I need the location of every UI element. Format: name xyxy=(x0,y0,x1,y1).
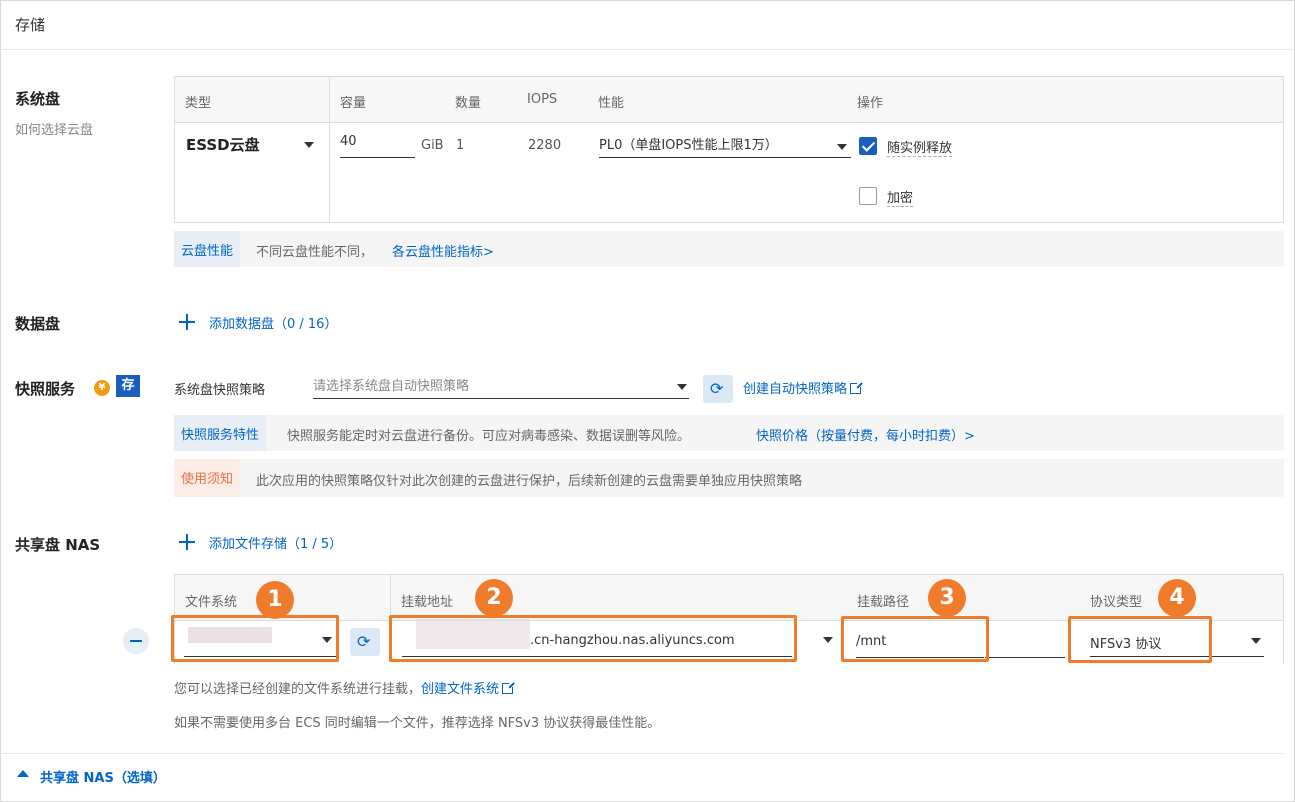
external-link-icon xyxy=(502,681,516,694)
disk-count: 1 xyxy=(456,138,465,153)
callout-badge-1: 1 xyxy=(256,581,294,619)
performance-value: PL0（单盘IOPS性能上限1万） xyxy=(599,138,778,153)
snapshot-feature-text: 快照服务能定时对云盘进行备份。可应对病毒感染、数据误删等风险。 xyxy=(287,429,691,444)
refresh-icon: ⟳ xyxy=(357,632,371,651)
chevron-down-icon[interactable] xyxy=(677,384,687,390)
col-file-system: 文件系统 xyxy=(185,595,238,610)
snapshot-title: 快照服务 xyxy=(15,380,76,398)
snapshot-policy-label: 系统盘快照策略 xyxy=(174,383,266,398)
refresh-icon: ⟳ xyxy=(710,379,724,398)
plus-icon[interactable] xyxy=(177,312,197,332)
data-disk-title: 数据盘 xyxy=(15,315,61,333)
refresh-file-system-button[interactable]: ⟳ xyxy=(350,628,380,656)
snapshot-notice-tag: 使用须知 xyxy=(174,459,241,497)
chevron-down-icon[interactable] xyxy=(823,637,833,643)
col-capacity: 容量 xyxy=(340,96,367,111)
highlight-box-3 xyxy=(841,616,989,662)
chevron-down-icon[interactable] xyxy=(304,142,314,148)
col-type: 类型 xyxy=(185,96,212,111)
create-file-system-label: 创建文件系统 xyxy=(421,682,500,697)
col-actions: 操作 xyxy=(857,96,884,111)
nas-hint-text: 您可以选择已经创建的文件系统进行挂载， xyxy=(174,682,422,697)
nas-collapse-toggle[interactable]: 共享盘 NAS（选填） xyxy=(40,767,166,786)
system-disk-help-link[interactable]: 如何选择云盘 xyxy=(15,119,93,138)
mount-path-underline xyxy=(985,657,1065,658)
highlight-box-4 xyxy=(1068,616,1212,663)
panel-title: 存储 xyxy=(15,16,46,34)
plus-icon[interactable] xyxy=(177,532,197,552)
system-disk-table: 类型 容量 数量 IOPS 性能 操作 ESSD云盘 40 GiB 1 2280… xyxy=(174,76,1284,223)
col-mount-address: 挂载地址 xyxy=(401,595,454,610)
panel-header: 存储 xyxy=(0,0,1293,50)
release-with-instance-label: 随实例释放 xyxy=(887,137,953,157)
chevron-down-icon[interactable] xyxy=(1251,638,1261,644)
callout-badge-4: 4 xyxy=(1158,579,1196,617)
col-protocol: 协议类型 xyxy=(1090,595,1143,610)
create-snapshot-policy-link[interactable]: 创建自动快照策略 xyxy=(743,378,864,397)
capacity-input[interactable]: 40 xyxy=(340,134,415,158)
info-tag: 云盘性能 xyxy=(174,231,241,267)
capacity-value: 40 xyxy=(340,134,357,149)
remove-nas-button[interactable] xyxy=(123,628,149,654)
callout-badge-3: 3 xyxy=(928,579,966,617)
chevron-up-icon[interactable] xyxy=(17,770,29,777)
col-mount-path: 挂载路径 xyxy=(857,595,910,610)
performance-select[interactable]: PL0（单盘IOPS性能上限1万） xyxy=(599,134,851,158)
disk-performance-info: 云盘性能 不同云盘性能不同， 各云盘性能指标> xyxy=(174,231,1284,267)
add-file-storage-button[interactable]: 添加文件存储（1 / 5） xyxy=(209,533,342,552)
system-disk-title: 系统盘 xyxy=(15,90,61,108)
snapshot-policy-select[interactable]: 请选择系统盘自动快照策略 xyxy=(313,375,689,399)
create-file-system-link[interactable]: 创建文件系统 xyxy=(421,681,516,697)
col-iops: IOPS xyxy=(527,92,558,107)
capacity-unit: GiB xyxy=(421,138,444,153)
disk-performance-link[interactable]: 各云盘性能指标> xyxy=(392,241,494,260)
chevron-down-icon[interactable] xyxy=(837,144,847,150)
info-text: 不同云盘性能不同， xyxy=(256,245,374,260)
release-with-instance-checkbox[interactable] xyxy=(859,137,877,155)
highlight-box-1 xyxy=(171,615,339,662)
highlight-box-2 xyxy=(389,615,797,662)
section-divider xyxy=(0,753,1283,754)
encrypt-checkbox[interactable] xyxy=(859,187,877,205)
nas-tip-text: 如果不需要使用多台 ECS 同时编辑一个文件，推荐选择 NFSv3 协议获得最佳… xyxy=(174,716,661,731)
yen-icon: ¥ xyxy=(94,380,110,396)
snapshot-feature-info: 快照服务特性 快照服务能定时对云盘进行备份。可应对病毒感染、数据误删等风险。 快… xyxy=(174,415,1284,451)
snapshot-notice-info: 使用须知 此次应用的快照策略仅针对此次创建的云盘进行保护，后续新创建的云盘需要单… xyxy=(174,459,1284,497)
system-disk-table-header: 类型 容量 数量 IOPS 性能 操作 xyxy=(175,77,1283,123)
col-count: 数量 xyxy=(455,96,482,111)
col-performance: 性能 xyxy=(598,96,625,111)
snapshot-policy-placeholder: 请选择系统盘自动快照策略 xyxy=(313,379,470,394)
table-divider xyxy=(329,77,330,222)
external-link-icon xyxy=(850,381,864,394)
add-data-disk-button[interactable]: 添加数据盘（0 / 16） xyxy=(209,313,337,332)
snapshot-notice-text: 此次应用的快照策略仅针对此次创建的云盘进行保护，后续新创建的云盘需要单独应用快照… xyxy=(256,474,803,489)
disk-iops: 2280 xyxy=(528,138,562,153)
refresh-snapshot-button[interactable]: ⟳ xyxy=(703,375,733,403)
callout-badge-2: 2 xyxy=(475,579,513,617)
encrypt-label: 加密 xyxy=(887,187,914,207)
storage-badge: 存 xyxy=(116,375,140,397)
disk-type-select[interactable]: ESSD云盘 xyxy=(186,134,260,155)
create-snapshot-policy-label: 创建自动快照策略 xyxy=(743,382,848,397)
nas-title: 共享盘 NAS xyxy=(15,536,101,554)
snapshot-feature-tag: 快照服务特性 xyxy=(174,415,267,451)
nas-hint: 您可以选择已经创建的文件系统进行挂载，创建文件系统 xyxy=(174,678,516,697)
snapshot-price-link[interactable]: 快照价格（按量付费，每小时扣费）> xyxy=(756,425,975,444)
